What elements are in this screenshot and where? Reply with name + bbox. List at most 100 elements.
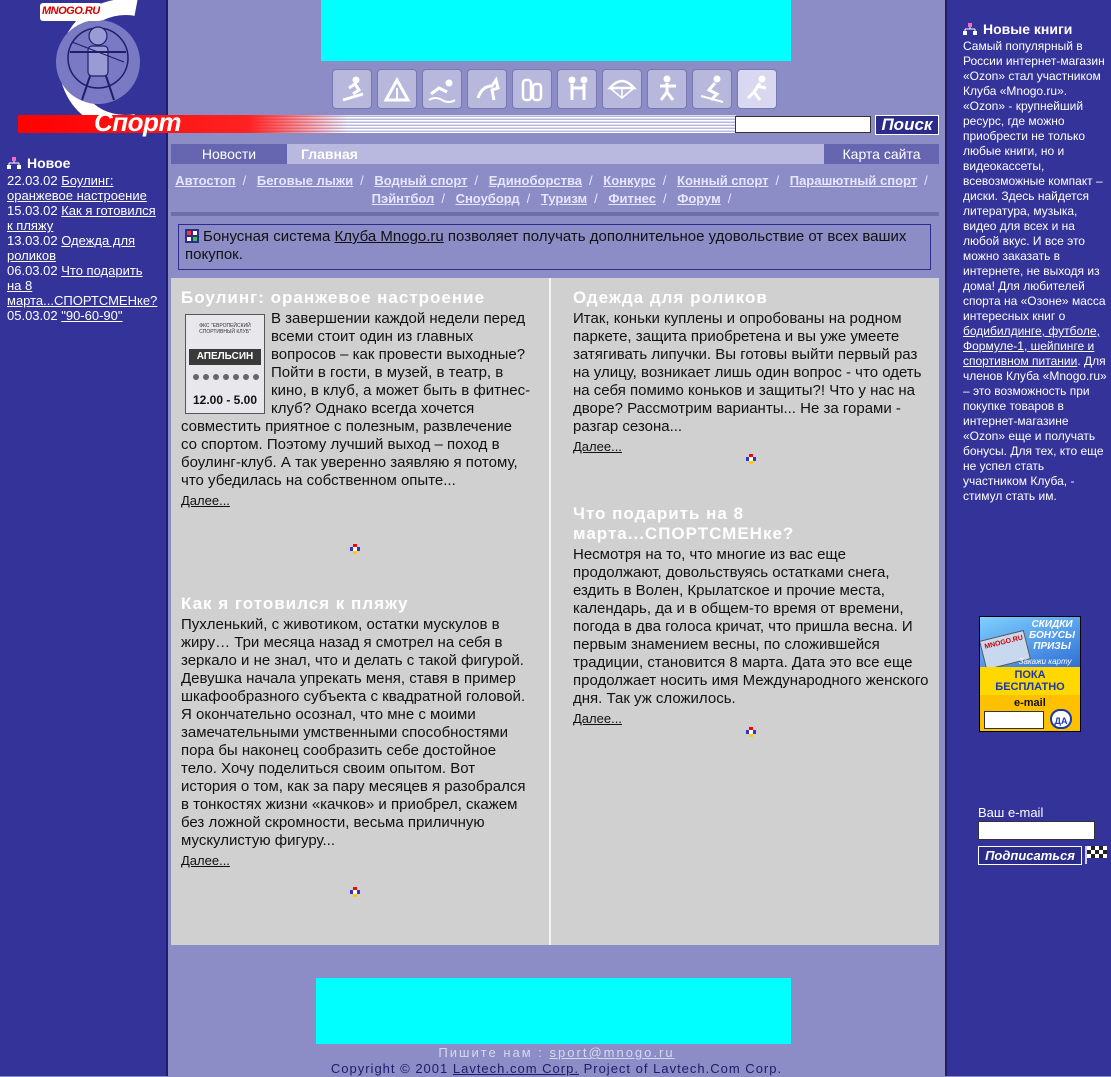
category-link[interactable]: Конкурс	[603, 173, 655, 188]
news-link[interactable]: "90-60-90"	[61, 308, 122, 323]
sitemap-icon	[7, 157, 21, 169]
category-separator: /	[662, 191, 667, 206]
club-icon	[185, 229, 199, 243]
subscribe-button[interactable]: Подписаться	[978, 846, 1082, 865]
search-button[interactable]: Поиск	[875, 115, 939, 135]
article-text: Пухленький, с животиком, остатки мускуло…	[181, 616, 526, 849]
club-link[interactable]: Клуба Mnogo.ru	[334, 228, 443, 245]
category-links: Автостоп / Беговые лыжи / Водный спорт / Ед…	[171, 172, 939, 208]
auto-icon-glyph	[521, 78, 543, 102]
news-item: 06.03.02 Что подарить на 8 марта...СПОРТ…	[7, 263, 159, 308]
promo-perks: СКИДКИ БОНУСЫ ПРИЗЫ	[1024, 619, 1080, 652]
article-title[interactable]: Что подарить на 8 марта...СПОРТСМЕНке?	[573, 504, 931, 544]
bonus-notice: Бонусная система Клуба Mnogo.ru позволяе…	[178, 224, 931, 270]
fitness-icon-glyph	[746, 75, 767, 101]
books-sidebar: Новые книги Самый популярный в России ин…	[963, 22, 1107, 504]
footer-write-label: Пишите нам :	[438, 1045, 550, 1060]
separator-icon	[350, 887, 360, 897]
parachute-icon[interactable]	[602, 69, 642, 109]
article-title[interactable]: Одежда для роликов	[573, 288, 931, 308]
category-link[interactable]: Туризм	[541, 191, 587, 206]
swimming-icon-glyph	[428, 79, 456, 103]
news-heading-label: Новое	[27, 155, 71, 171]
search-input[interactable]	[735, 116, 871, 133]
subscribe-email-input[interactable]	[978, 821, 1095, 840]
article-beach: Как я готовился к пляжу Пухленький, с жи…	[181, 594, 533, 870]
logo-badge: MNOGO.RU	[42, 5, 100, 17]
news-date: 13.03.02	[7, 233, 58, 248]
promo-order: Закажи карту	[1018, 657, 1072, 666]
martial-arts-icon[interactable]	[557, 69, 597, 109]
promo-free-band: ПОКА БЕСПЛАТНО	[980, 667, 1080, 695]
category-link[interactable]: Парашютный спорт	[790, 173, 917, 188]
paintball-icon[interactable]	[647, 69, 687, 109]
article-rollers: Одежда для роликов Итак, коньки куплены …	[573, 288, 931, 456]
promo-free1: ПОКА	[1014, 669, 1046, 681]
equestrian-icon[interactable]	[467, 69, 507, 109]
category-link[interactable]: Сноуборд	[456, 191, 520, 206]
promo-free2: БЕСПЛАТНО	[995, 681, 1065, 693]
books-heading-label: Новые книги	[983, 21, 1073, 37]
read-more-link[interactable]: Далее...	[181, 492, 531, 510]
category-link[interactable]: Фитнес	[608, 191, 656, 206]
nav-news-label[interactable]: Новости	[202, 146, 256, 162]
article-text: Итак, коньки куплены и опробованы на род…	[573, 310, 922, 435]
promo-form-band: e-mail ДА	[980, 695, 1080, 731]
promo-line1: СКИДКИ	[1031, 619, 1073, 630]
category-link[interactable]: Форум	[677, 191, 720, 206]
ski-icon-glyph	[700, 75, 724, 103]
ski-icon[interactable]	[692, 69, 732, 109]
category-separator: /	[727, 191, 732, 206]
logo-word: Спорт	[94, 107, 182, 137]
column-divider	[549, 278, 551, 945]
footer-contact: Пишите нам : sport@mnogo.ru	[166, 1045, 947, 1061]
nav-main-link[interactable]: Главная	[287, 144, 567, 164]
separator-icon	[350, 544, 360, 554]
article-text: Несмотря на то, что многие из вас еще пр…	[573, 546, 929, 707]
category-link[interactable]: Единоборства	[489, 173, 582, 188]
tourism-icon[interactable]	[377, 69, 417, 109]
club-card-promo[interactable]: MNOGO.RU СКИДКИ БОНУСЫ ПРИЗЫ Закажи карт…	[979, 616, 1081, 732]
news-list: 22.03.02 Боулинг: оранжевое настроение 15…	[7, 173, 159, 323]
martial-arts-icon-glyph	[568, 76, 588, 100]
news-date: 06.03.02	[7, 263, 58, 278]
read-more-link[interactable]: Далее...	[573, 710, 931, 728]
category-link[interactable]: Беговые лыжи	[257, 173, 353, 188]
equestrian-icon-glyph	[476, 76, 500, 101]
top-ad-banner[interactable]	[321, 0, 791, 61]
nav-news-link[interactable]: Новости	[171, 144, 287, 164]
paintball-icon-glyph	[659, 75, 676, 101]
article-bowling: Боулинг: оранжевое настроение ФКС "ЕВРОП…	[181, 288, 531, 510]
bottom-ad-banner[interactable]	[316, 978, 791, 1044]
bowling-club-photo: ФКС "ЕВРОПЕЙСКИЙ СПОРТИВНЫЙ КЛУБ" АПЕЛЬС…	[185, 314, 265, 414]
category-link[interactable]: Водный спорт	[374, 173, 467, 188]
footer: Пишите нам : sport@mnogo.ru Copyright © …	[166, 1045, 947, 1077]
swimming-icon[interactable]	[422, 69, 462, 109]
nav-sitemap-label[interactable]: Карта сайта	[843, 146, 921, 162]
books-heading: Новые книги	[963, 22, 1107, 37]
category-link[interactable]: Пэйнтбол	[372, 191, 435, 206]
category-separator: /	[242, 173, 247, 188]
footer-company-link[interactable]: Lavtech.com Corp.	[453, 1061, 579, 1076]
read-more-link[interactable]: Далее...	[181, 852, 533, 870]
sitemap-icon	[963, 23, 977, 35]
photo-caption: ФКС "ЕВРОПЕЙСКИЙ СПОРТИВНЫЙ КЛУБ"	[199, 323, 251, 335]
auto-icon[interactable]	[512, 69, 552, 109]
category-divider	[171, 212, 939, 216]
nav-sitemap-link[interactable]: Карта сайта	[824, 144, 939, 164]
promo-email-input[interactable]	[984, 711, 1044, 729]
promo-email-label: e-mail	[1014, 697, 1046, 709]
articles-area: Боулинг: оранжевое настроение ФКС "ЕВРОП…	[171, 278, 939, 945]
snowboard-icon[interactable]	[332, 69, 372, 109]
category-separator: /	[441, 191, 445, 206]
article-title[interactable]: Как я готовился к пляжу	[181, 594, 533, 614]
category-link[interactable]: Конный спорт	[677, 173, 768, 188]
fitness-icon[interactable]	[737, 69, 777, 109]
promo-yes-button[interactable]: ДА	[1050, 709, 1072, 729]
category-separator: /	[589, 173, 593, 188]
category-link[interactable]: Автостоп	[175, 173, 235, 188]
article-title[interactable]: Боулинг: оранжевое настроение	[181, 288, 531, 308]
footer-email-link[interactable]: sport@mnogo.ru	[550, 1045, 675, 1060]
snowboard-icon-glyph	[342, 76, 364, 102]
category-separator: /	[594, 191, 598, 206]
